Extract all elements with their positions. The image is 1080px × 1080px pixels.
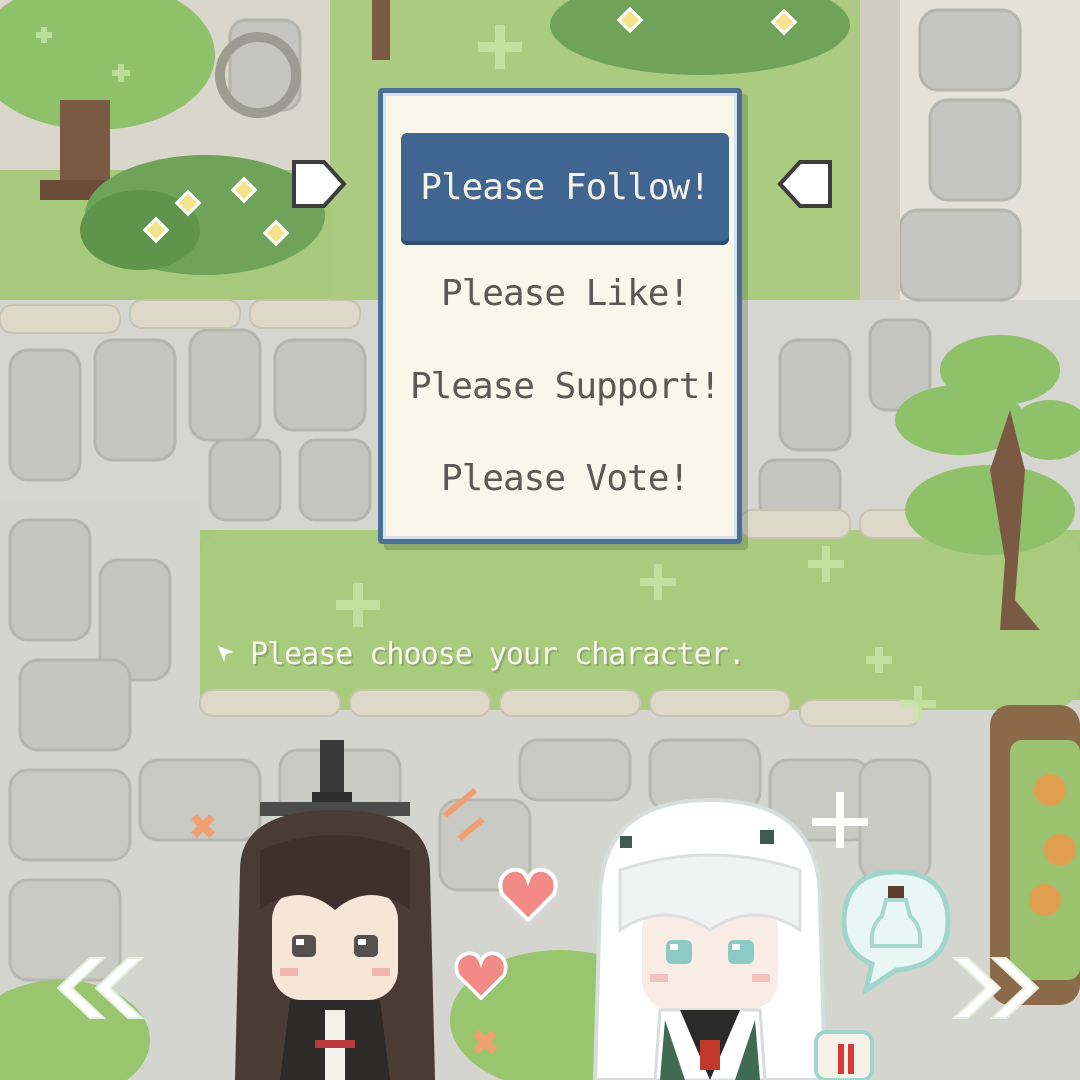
- menu-item-vote[interactable]: Please Vote!: [401, 433, 729, 523]
- menu-item-like[interactable]: Please Like!: [401, 248, 729, 338]
- item-box-icon: [814, 1030, 874, 1080]
- prompt-text: Please choose your character.: [250, 636, 746, 672]
- menu-item-support[interactable]: Please Support!: [401, 341, 729, 431]
- selector-arrow-right-icon: [777, 160, 832, 208]
- heart-icon: [454, 951, 508, 1000]
- menu-item-follow[interactable]: Please Follow!: [401, 133, 729, 241]
- character-white-hair[interactable]: [590, 790, 830, 1080]
- heart-icon: [498, 867, 558, 922]
- choice-menu: Please Follow! Please Like! Please Suppo…: [378, 88, 742, 544]
- bottle-speech-bubble-icon: [841, 869, 951, 996]
- character-dark-hair[interactable]: [220, 740, 450, 1080]
- double-chevron-right-icon[interactable]: [948, 952, 1052, 1024]
- character-prompt: Please choose your character.: [214, 632, 746, 676]
- selector-arrow-left-icon: [292, 160, 347, 208]
- double-chevron-left-icon[interactable]: [44, 952, 148, 1024]
- star-icon: [218, 646, 234, 662]
